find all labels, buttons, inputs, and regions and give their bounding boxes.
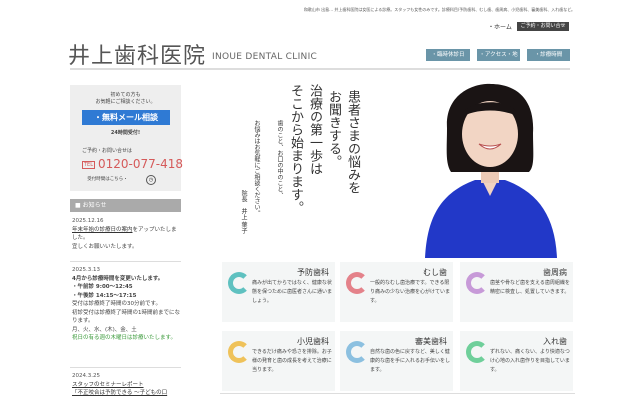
news-divider (70, 261, 181, 262)
intro-text: 初めての方も (110, 92, 141, 98)
site-logo[interactable]: 井上歯科医院 (68, 38, 206, 70)
free-mail-consult-button[interactable]: ・無料メール相談 (82, 110, 170, 125)
service-desc: ずれない、痛くない、より快適なつけ心地の入れ歯作りを目指しています。 (490, 349, 570, 373)
news-divider (70, 367, 181, 368)
service-desc: 自然な歯の色に戻すなど、美しく健康的な歯を手に入れるお手伝いをします。 (370, 349, 451, 373)
message-line: 患者さまの悩みを (345, 90, 360, 194)
phone-number[interactable]: TEL 0120-077-418 (82, 157, 183, 171)
cosmetic-icon (346, 341, 368, 363)
service-card-pediatric[interactable]: 小児歯科できるだけ痛みや恐さを排除。お子様の発育と歯の成長を考えて治療に当ります… (222, 331, 335, 391)
intro-text: お気軽にご相談ください。 (95, 99, 156, 105)
nav-hours[interactable]: ・診療時間 (527, 49, 570, 61)
message-line: 治療の第一歩は (307, 84, 322, 175)
message-sub: 歯のこと、お口の中のこと、 (276, 120, 283, 198)
service-desc: できるだけ痛みや恐さを排除。お子様の発育と歯の成長を考えて治療に当ります。 (252, 349, 332, 373)
service-title: むし歯 (423, 268, 447, 277)
service-title: 予防歯科 (297, 268, 329, 277)
service-card-cosmetic[interactable]: 審美歯科自然な歯の色に戻すなど、美しく健康的な歯を手に入れるお手伝いをします。 (340, 331, 453, 391)
nav-access[interactable]: ・アクセス・地図 (477, 49, 520, 70)
pediatric-icon (228, 341, 250, 363)
header-tagline: 和歌山市 出島… 井上歯科医院は女医による診療。スタッフも女性のみです。診療科目… (303, 7, 575, 12)
news-text: 初診受付は診療終了時間の1時間前までになります。 (72, 309, 181, 325)
news-title: 4月から診療時間を変更いたします。 (72, 275, 164, 282)
news-date: 2024.3.25 (72, 373, 100, 379)
news-item: 2025.12.16 年末年始の診療日の案内をアップいたしました。 宜しくお願い… (72, 217, 180, 251)
director-photo (425, 83, 557, 258)
news-text: 受付は診療終了時間の30分前です。 (72, 301, 161, 307)
news-link[interactable]: 年末年始の診療日の案内 (72, 227, 133, 233)
news-date: 2025.12.16 (72, 218, 104, 224)
news-days: 月、火、水、(木)、金、土 (72, 326, 137, 333)
service-card-denture[interactable]: 入れ歯ずれない、痛くない、より快適なつけ心地の入れ歯作りを目指しています。 (460, 331, 573, 391)
service-title: 小児歯科 (297, 337, 329, 346)
header-divider (70, 68, 570, 70)
service-title: 入れ歯 (543, 337, 567, 346)
contact-box: 初めての方も お気軽にご相談ください。 ・無料メール相談 24時間受付! ご予約… (70, 85, 183, 191)
service-desc: 一般的なむし歯治療です。できる限り痛みの少ない治療を心がけています。 (370, 280, 451, 304)
message-line: お聞きする。 (326, 90, 341, 168)
message-line: そこから始まります。 (288, 84, 303, 214)
news-date: 2025.3.13 (72, 267, 100, 273)
notice-heading: ■ お知らせ (70, 199, 181, 212)
contact-link[interactable]: ご予約・お問い合せ (517, 22, 569, 31)
director-signature: 院長 井上 葉子 (240, 190, 247, 234)
section-divider (220, 393, 575, 394)
message-sub: お悩みはお気軽にご相談ください。 (253, 120, 260, 216)
director-message: 患者さまの悩みを お聞きする。 治療の第一歩は そこから始まります。 歯のこと、… (230, 84, 360, 250)
news-highlight: 祝日の有る週の木曜日は診療いたします。 (72, 335, 176, 341)
service-desc: 痛みが出てからではなく、健康な状態を保つために歯医者さんに通いましょう。 (252, 280, 333, 304)
phone-number-text: 0120-077-418 (98, 157, 184, 171)
tel-icon: TEL (82, 160, 95, 169)
tel-label: ご予約・お問い合せは (82, 148, 133, 154)
news-link[interactable]: スタッフのセミナーレポート (72, 382, 144, 388)
news-item: 2025.3.13 4月から診療時間を変更いたします。 ・午前診 9:00〜12… (72, 266, 180, 343)
denture-icon (466, 341, 488, 363)
site-logo-en: INOUE DENTAL CLINIC (212, 52, 318, 62)
clock-icon[interactable]: ◷ (146, 175, 156, 185)
home-link[interactable]: ・ホーム (488, 22, 512, 31)
service-card-cavity[interactable]: むし歯一般的なむし歯治療です。できる限り痛みの少ない治療を心がけています。 (340, 262, 453, 322)
service-title: 審美歯科 (415, 337, 447, 346)
service-card-periodontal[interactable]: 歯周病歯茎や骨など歯を支える歯周組織を精密に検査し、処置していきます。 (460, 262, 573, 322)
news-hours-pm: ・午後診 14:15〜17:15 (72, 292, 137, 299)
mail-note: 24時間受付! (110, 130, 141, 136)
preventive-icon (228, 272, 250, 294)
news-text: 宜しくお願いいたします。 (72, 243, 138, 250)
nav-closed-days[interactable]: ・臨時休診日 (426, 49, 470, 61)
news-hours-am: ・午前診 9:00〜12:45 (72, 284, 133, 290)
service-desc: 歯茎や骨など歯を支える歯周組織を精密に検査し、処置していきます。 (490, 280, 570, 295)
service-card-preventive[interactable]: 予防歯科痛みが出てからではなく、健康な状態を保つために歯医者さんに通いましょう。 (222, 262, 335, 322)
service-title: 歯周病 (543, 268, 567, 277)
cavity-icon (346, 272, 368, 294)
periodontal-icon (466, 272, 488, 294)
news-link[interactable]: 「不正咬合は予防できる 〜子どもの口 (72, 390, 167, 396)
news-item: 2024.3.25 スタッフのセミナーレポート 「不正咬合は予防できる 〜子ども… (72, 372, 180, 398)
